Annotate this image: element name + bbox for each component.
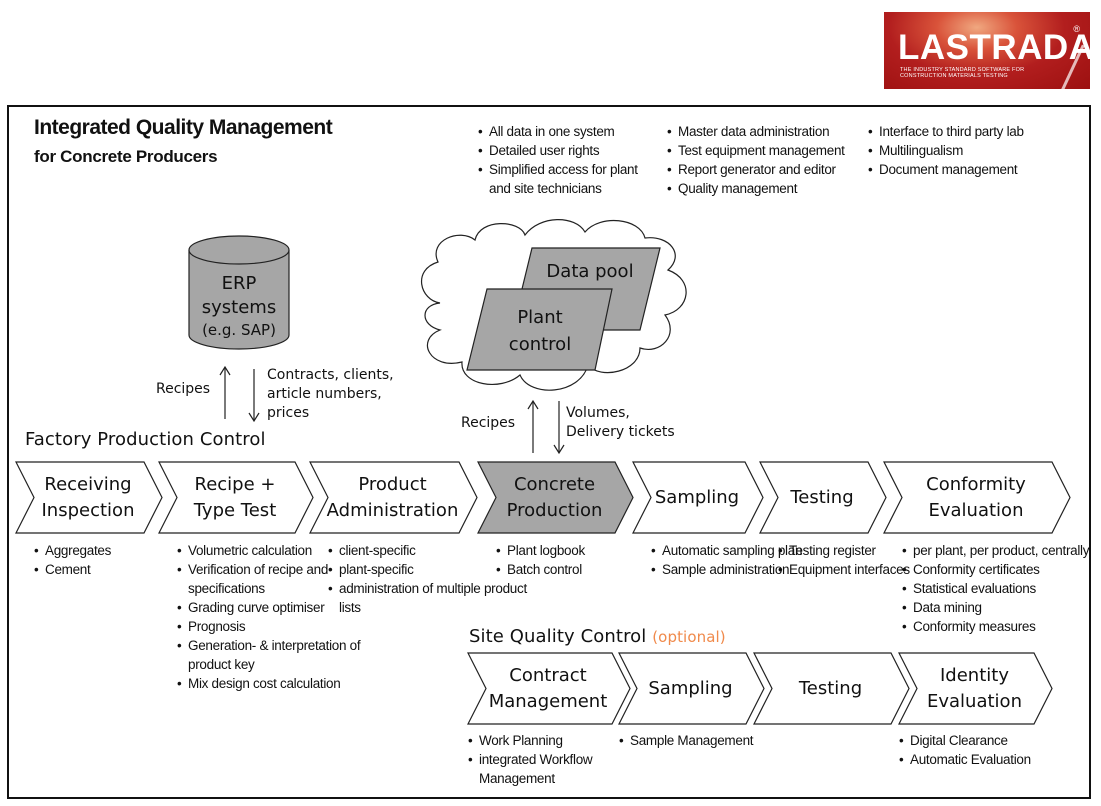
cloud-recipes-label: Recipes	[461, 415, 516, 431]
factory-step-conformity-bullets: per plant, per product, centrallyConform…	[902, 541, 1101, 636]
bullet-item: Prognosis	[177, 617, 377, 636]
cloud-data-label: Volumes, Delivery tickets	[566, 404, 675, 442]
site-step-identity-label-line2: Evaluation	[927, 690, 1022, 712]
site-step-identity-label-line1: Identity	[939, 664, 1009, 686]
factory-step-conformity-label: Conformity Evaluation	[900, 462, 1052, 533]
plant-control-label: Plant control	[480, 304, 600, 358]
bullet-item: Conformity certificates	[902, 560, 1101, 579]
factory-step-concrete-label-line1: Concrete	[513, 473, 596, 495]
bullet-item: Sample Management	[619, 731, 779, 750]
bullet-item: Mix design cost calculation	[177, 674, 377, 693]
site-step-identity-bullets: Digital ClearanceAutomatic Evaluation	[899, 731, 1059, 769]
factory-section-title: Factory Production Control	[25, 429, 266, 450]
bullet-item: Cement	[34, 560, 194, 579]
optional-badge: (optional)	[652, 628, 726, 646]
bullet-item: Conformity measures	[902, 617, 1101, 636]
factory-step-concrete-bullets: Plant logbookBatch control	[496, 541, 666, 579]
erp-label-line3: (e.g. SAP)	[202, 321, 276, 339]
factory-step-recipe-label-line1: Recipe +	[194, 473, 276, 495]
factory-step-sampling-label-line1: Sampling	[654, 486, 740, 508]
factory-step-recipe-label: Recipe + Type Test	[175, 462, 295, 533]
erp-label-line2: systems	[201, 297, 277, 318]
erp-data-label: Contracts, clients, article numbers, pri…	[267, 366, 394, 423]
factory-step-receiving-label-line2: Inspection	[41, 499, 135, 521]
site-step-sampling-label: Sampling	[635, 653, 746, 724]
bullet-item: integrated Workflow Management	[468, 750, 618, 788]
factory-step-product-label-line2: Administration	[326, 499, 459, 521]
plant-control-line1: Plant	[517, 307, 563, 328]
factory-step-sampling-label: Sampling	[649, 462, 745, 533]
factory-step-receiving-label: Receiving Inspection	[32, 462, 144, 533]
bullet-item: Generation- & interpretation of product …	[177, 636, 377, 674]
factory-step-concrete-label: Concrete Production	[494, 462, 615, 533]
site-section-title: Site Quality Control (optional)	[469, 626, 726, 647]
bullet-item: Automatic Evaluation	[899, 750, 1059, 769]
bullet-item: Batch control	[496, 560, 666, 579]
bullet-item: Statistical evaluations	[902, 579, 1101, 598]
bullet-item: Digital Clearance	[899, 731, 1059, 750]
factory-step-receiving-bullets: AggregatesCement	[34, 541, 194, 579]
erp-recipes-label: Recipes	[156, 381, 211, 397]
bullet-item: administration of multiple product lists	[328, 579, 528, 617]
factory-step-receiving-label-line1: Receiving	[44, 473, 132, 495]
site-step-sampling-bullets: Sample Management	[619, 731, 779, 750]
factory-step-recipe-label-line2: Type Test	[193, 499, 277, 521]
cloud-data-label-line1: Volumes,	[566, 405, 630, 421]
site-section-title-text: Site Quality Control	[469, 626, 647, 647]
erp-data-label-line3: prices	[267, 405, 310, 421]
site-step-contract-label-line1: Contract	[509, 664, 587, 686]
cloud-arrows	[527, 399, 565, 455]
site-step-testing-label-line1: Testing	[798, 677, 863, 699]
bullet-item: Work Planning	[468, 731, 618, 750]
factory-step-product-label-line1: Product	[358, 473, 427, 495]
factory-step-product-label: Product Administration	[326, 462, 459, 533]
erp-data-label-line2: article numbers,	[267, 386, 382, 402]
site-step-testing-label: Testing	[770, 653, 891, 724]
bullet-item: Data mining	[902, 598, 1101, 617]
site-step-sampling-label-line1: Sampling	[648, 677, 733, 699]
bullet-item: Aggregates	[34, 541, 194, 560]
plant-control-line2: control	[508, 334, 572, 355]
site-step-contract-bullets: Work Planningintegrated Workflow Managem…	[468, 731, 618, 788]
factory-step-conformity-label-line1: Conformity	[926, 473, 1026, 495]
site-step-contract-label: Contract Management	[484, 653, 612, 724]
erp-label: ERP systems (e.g. SAP)	[189, 272, 289, 340]
factory-step-concrete-label-line2: Production	[506, 499, 603, 521]
erp-arrows	[219, 365, 260, 423]
site-step-identity-label: Identity Evaluation	[915, 653, 1034, 724]
data-pool-label: Data pool	[546, 261, 634, 282]
erp-data-label-line1: Contracts, clients,	[267, 367, 394, 383]
cloud-data-label-line2: Delivery tickets	[566, 424, 675, 440]
factory-step-testing-label: Testing	[776, 462, 868, 533]
bullet-item: per plant, per product, centrally	[902, 541, 1101, 560]
factory-step-conformity-label-line2: Evaluation	[928, 499, 1024, 521]
site-step-contract-label-line2: Management	[488, 690, 608, 712]
factory-step-testing-label-line1: Testing	[790, 486, 854, 508]
bullet-item: Plant logbook	[496, 541, 666, 560]
erp-label-line1: ERP	[221, 273, 257, 294]
